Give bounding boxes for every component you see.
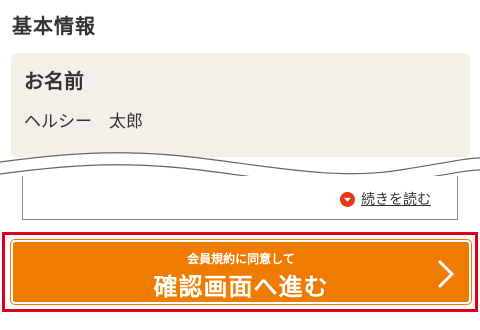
read-more-link[interactable]: 続きを読む bbox=[340, 189, 431, 209]
confirm-button-sublabel: 会員規約に同意して bbox=[187, 252, 295, 266]
confirm-button-label: 確認画面へ進む bbox=[153, 273, 329, 301]
terms-box[interactable]: 続きを読む bbox=[22, 176, 458, 220]
name-label: お名前 bbox=[24, 69, 84, 93]
confirm-button[interactable]: 会員規約に同意して 確認画面へ進む bbox=[11, 240, 471, 304]
section-title: 基本情報 bbox=[12, 14, 96, 38]
name-value: ヘルシー 太郎 bbox=[24, 112, 143, 132]
read-more-label: 続きを読む bbox=[361, 192, 431, 208]
chevron-right-icon bbox=[438, 260, 454, 288]
chevron-down-circle-icon bbox=[340, 191, 355, 207]
